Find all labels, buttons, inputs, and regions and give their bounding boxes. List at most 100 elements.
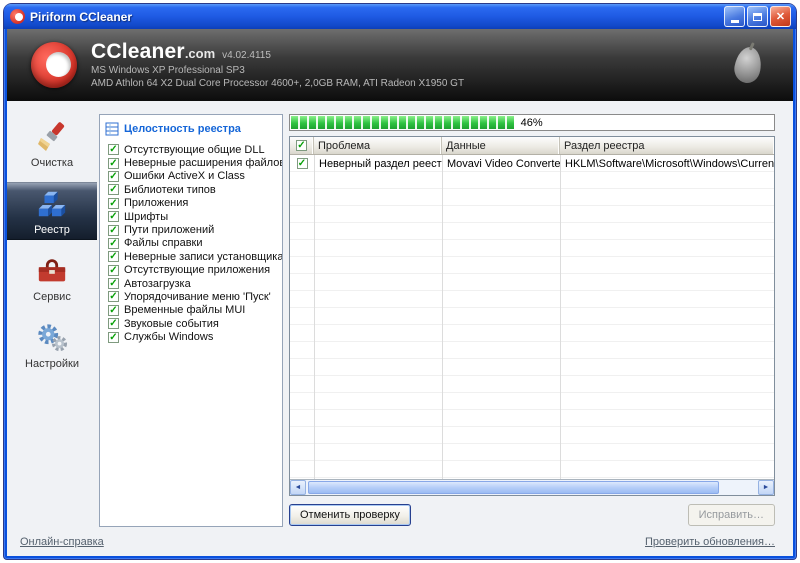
checklist-item-label: Отсутствующие общие DLL [124, 143, 265, 156]
scroll-left-button[interactable]: ◄ [290, 480, 306, 495]
cancel-scan-button[interactable]: Отменить проверку [289, 504, 411, 526]
table-header-checkbox-cell[interactable]: ✓ [290, 137, 314, 154]
sidebar-item-label: Настройки [25, 357, 79, 370]
hardware-info: AMD Athlon 64 X2 Dual Core Processor 460… [91, 78, 465, 89]
brand-tld: .com [184, 46, 216, 61]
sidebar-item-label: Очистка [30, 156, 74, 169]
checkbox-checked-icon[interactable]: ✓ [108, 170, 119, 182]
maximize-button[interactable] [747, 6, 768, 27]
column-header-problem[interactable]: Проблема [314, 137, 442, 154]
sidebar-item-cleaner[interactable]: Очистка [7, 115, 97, 173]
checklist-item[interactable]: ✓ Звуковые события [105, 317, 277, 330]
horizontal-scrollbar[interactable]: ◄ ► [290, 479, 774, 495]
checklist-item-label: Библиотеки типов [124, 183, 216, 196]
checklist-item[interactable]: ✓ Приложения [105, 197, 277, 210]
checkbox-checked-icon[interactable]: ✓ [108, 278, 119, 290]
action-buttons-row: Отменить проверку Исправить… [289, 504, 775, 527]
minimize-button[interactable] [724, 6, 745, 27]
row-checkbox[interactable]: ✓ [296, 158, 308, 169]
panel-title-label: Целостность реестра [124, 123, 241, 135]
checklist-item-label: Звуковые события [124, 317, 219, 330]
checkbox-checked-icon[interactable]: ✓ [108, 251, 119, 263]
checklist-item-label: Приложения [124, 197, 189, 210]
checklist-item[interactable]: ✓ Автозагрузка [105, 277, 277, 290]
maximize-icon [753, 12, 762, 21]
app-icon [10, 9, 25, 24]
sidebar-item-options[interactable]: Настройки [7, 316, 97, 374]
table-body: ✓ Неверный раздел реестра Movavi Video C… [290, 155, 774, 479]
table-row[interactable]: ✓ Неверный раздел реестра Movavi Video C… [290, 155, 774, 172]
checklist-item[interactable]: ✓ Отсутствующие общие DLL [105, 143, 277, 156]
checklist-item[interactable]: ✓ Упорядочивание меню 'Пуск' [105, 290, 277, 303]
brand-name: CCleaner [91, 40, 185, 63]
scrollbar-track[interactable] [306, 480, 758, 495]
title-bar[interactable]: Piriform CCleaner ✕ [4, 4, 796, 29]
checklist-item-label: Неверные расширения файлов [124, 157, 283, 170]
registry-blocks-icon [35, 187, 69, 221]
online-help-link[interactable]: Онлайн-справка [20, 536, 104, 548]
column-header-registry-key[interactable]: Раздел реестра [560, 137, 774, 154]
fix-selected-button[interactable]: Исправить… [687, 504, 775, 526]
checklist-item[interactable]: ✓ Файлы справки [105, 237, 277, 250]
checklist-item[interactable]: ✓ Пути приложений [105, 223, 277, 236]
checklist-item[interactable]: ✓ Неверные записи установщика [105, 250, 282, 263]
results-table: ✓ Проблема Данные Раздел реестра ✓ Невер… [289, 136, 775, 496]
checklist-item-label: Ошибки ActiveX и Class [124, 170, 245, 183]
checklist-item[interactable]: ✓ Шрифты [105, 210, 277, 223]
app-version: v4.02.4115 [222, 50, 271, 61]
select-all-checkbox[interactable]: ✓ [296, 140, 307, 151]
os-info: MS Windows XP Professional SP3 [91, 65, 245, 76]
close-button[interactable]: ✕ [770, 6, 791, 27]
checklist-item-label: Упорядочивание меню 'Пуск' [124, 290, 271, 303]
checklist-item-label: Автозагрузка [124, 277, 191, 290]
checkbox-checked-icon[interactable]: ✓ [108, 318, 119, 330]
checkbox-checked-icon[interactable]: ✓ [108, 304, 119, 316]
checkbox-checked-icon[interactable]: ✓ [108, 291, 119, 303]
window-body: CCleaner .com v4.02.4115 MS Windows XP P… [7, 29, 793, 556]
checkbox-checked-icon[interactable]: ✓ [108, 211, 119, 223]
cell-data: Movavi Video Converter 12 [447, 157, 560, 170]
scan-results-zone: 46% ✓ Проблема Данные Раздел реестра ✓ Н… [289, 114, 775, 556]
checkbox-checked-icon[interactable]: ✓ [108, 237, 119, 249]
checkbox-checked-icon[interactable]: ✓ [108, 224, 119, 236]
checkbox-checked-icon[interactable]: ✓ [108, 197, 119, 209]
registry-checklist-panel: Целостность реестра ✓ Отсутствующие общие… [99, 114, 283, 527]
checklist-item[interactable]: ✓ Службы Windows [105, 330, 277, 343]
checklist-item[interactable]: ✓ Неверные расширения файлов [105, 156, 282, 169]
main-content: Очистка Реестр Сервис Настройки Целостно… [7, 101, 793, 556]
checklist-item[interactable]: ✓ Временные файлы MUI [105, 304, 277, 317]
cell-registry-key: HKLM\Software\Microsoft\Windows\CurrentV… [565, 157, 774, 170]
registry-integrity-icon [105, 122, 119, 136]
header-text: CCleaner .com v4.02.4115 MS Windows XP P… [91, 40, 735, 90]
column-divider [560, 155, 561, 479]
checkbox-checked-icon[interactable]: ✓ [108, 157, 119, 169]
sidebar-item-tools[interactable]: Сервис [7, 249, 97, 307]
checklist-item[interactable]: ✓ Отсутствующие приложения [105, 264, 277, 277]
window-title: Piriform CCleaner [30, 9, 133, 24]
progress-fill [291, 116, 514, 129]
checklist-item[interactable]: ✓ Библиотеки типов [105, 183, 277, 196]
checklist-item-label: Файлы справки [124, 237, 203, 250]
checkbox-checked-icon[interactable]: ✓ [108, 184, 119, 196]
cell-problem: Неверный раздел реестра [319, 157, 442, 170]
sidebar-item-registry[interactable]: Реестр [7, 182, 97, 240]
progress-label: 46% [520, 117, 543, 129]
column-divider [314, 155, 315, 479]
scroll-right-button[interactable]: ► [758, 480, 774, 495]
checkbox-checked-icon[interactable]: ✓ [108, 144, 119, 156]
checkbox-checked-icon[interactable]: ✓ [108, 264, 119, 276]
pear-graphic [732, 45, 764, 85]
sidebar-nav: Очистка Реестр Сервис Настройки [7, 101, 97, 556]
ccleaner-logo-icon [31, 42, 77, 88]
checklist-item[interactable]: ✓ Ошибки ActiveX и Class [105, 170, 277, 183]
checklist-item-label: Неверные записи установщика [124, 250, 283, 263]
check-updates-link[interactable]: Проверить обновления… [645, 536, 775, 548]
toolbox-icon [35, 254, 69, 288]
checkbox-checked-icon[interactable]: ✓ [108, 331, 119, 343]
minimize-icon [730, 20, 739, 23]
app-window: Piriform CCleaner ✕ CCleaner .com v4.02.… [4, 4, 796, 559]
scan-progress-bar: 46% [289, 114, 775, 131]
column-header-data[interactable]: Данные [442, 137, 560, 154]
checklist-item-label: Временные файлы MUI [124, 304, 246, 317]
scrollbar-thumb[interactable] [308, 481, 720, 494]
